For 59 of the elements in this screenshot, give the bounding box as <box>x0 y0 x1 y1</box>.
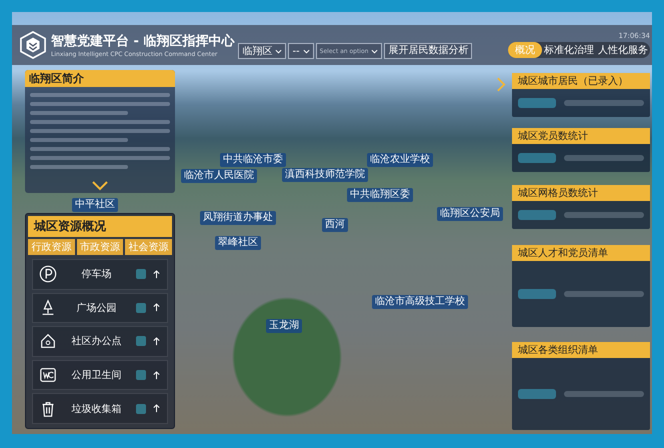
resource-item[interactable]: 广场公园 <box>32 292 168 324</box>
app-title: 智慧党建平台 - 临翔区指挥中心 <box>51 32 234 50</box>
map-pin-label[interactable]: 临沧市高级技工学校 <box>372 295 468 309</box>
blurred-count-placeholder <box>136 404 146 414</box>
blurred-count-placeholder <box>136 336 146 346</box>
parking-icon <box>39 265 57 284</box>
resource-label: 社区办公点 <box>70 334 122 348</box>
map-pin-label[interactable]: 临沧市人民医院 <box>181 169 257 183</box>
resource-item[interactable]: 垃圾收集箱 <box>32 393 168 424</box>
resource-item[interactable]: 停车场 <box>32 259 168 290</box>
resource-label: 公用卫生间 <box>70 368 122 382</box>
blurred-number-placeholder <box>518 389 556 399</box>
resource-item[interactable]: 社区办公点 <box>32 326 168 357</box>
card-title: 城区网格员数统计 <box>512 185 650 201</box>
blurred-count-placeholder <box>136 269 146 280</box>
blurred-count-placeholder <box>136 370 146 380</box>
panel-title: 城区资源概况 <box>28 216 172 237</box>
hexagon-logo-icon <box>20 31 46 59</box>
resource-item[interactable]: 公用卫生间 <box>32 360 168 390</box>
map-pin-label[interactable]: 凤翔街道办事处 <box>200 211 276 225</box>
nav-tab[interactable]: 标准化治理 <box>542 42 596 58</box>
arrow-up-icon <box>152 270 161 279</box>
map-pin-label[interactable]: 滇西科技师范学院 <box>282 168 368 182</box>
panel-title: 临翔区简介 <box>25 70 175 87</box>
blurred-number-placeholder <box>518 210 556 220</box>
map-pin-label[interactable]: 玉龙湖 <box>266 319 302 333</box>
map-pin-label[interactable]: 中共临沧市委 <box>220 153 286 167</box>
resource-label: 停车场 <box>80 268 112 282</box>
toilet-sign-icon <box>39 366 57 384</box>
caret-icon <box>371 48 378 54</box>
blurred-number-placeholder <box>518 98 556 108</box>
arrow-up-icon <box>152 336 161 346</box>
map-pin-label[interactable]: 临翔区公安局 <box>437 207 503 221</box>
blurred-count-placeholder <box>136 302 146 313</box>
resource-label: 垃圾收集箱 <box>70 402 122 416</box>
arrow-up-icon <box>152 303 161 312</box>
caret-icon <box>302 48 310 54</box>
blurred-number-placeholder <box>518 153 556 163</box>
arrow-up-icon <box>152 404 161 414</box>
card-title: 城区党员数统计 <box>512 128 650 144</box>
chevron-down-icon[interactable] <box>92 181 108 191</box>
card-title: 城区城市居民（已录入） <box>512 73 650 89</box>
card-title: 城区人才和党员清单 <box>512 245 650 261</box>
blurred-number-placeholder <box>518 289 556 299</box>
arrow-up-icon <box>152 370 161 380</box>
house-icon <box>39 332 57 350</box>
map-pin-label[interactable]: 中共临翔区委 <box>347 188 413 202</box>
resource-label: 广场公园 <box>76 302 118 315</box>
analysis-button[interactable]: 展开居民数据分析 <box>384 43 472 59</box>
map-pin-label[interactable]: 翠峰社区 <box>215 236 261 250</box>
nav-tab[interactable]: 人性化服务 <box>596 42 650 58</box>
chevron-right-icon <box>497 77 506 92</box>
card-title: 城区各类组织清单 <box>512 342 650 358</box>
map-pin-label[interactable]: 临沧农业学校 <box>367 153 433 167</box>
caret-icon <box>275 48 282 54</box>
dropdown-select[interactable]: -- <box>288 43 314 59</box>
dropdown-select[interactable]: 临翔区 <box>238 43 286 59</box>
map-pin-label[interactable]: 中平社区 <box>72 198 118 212</box>
map-pin-label[interactable]: 西河 <box>322 218 348 232</box>
